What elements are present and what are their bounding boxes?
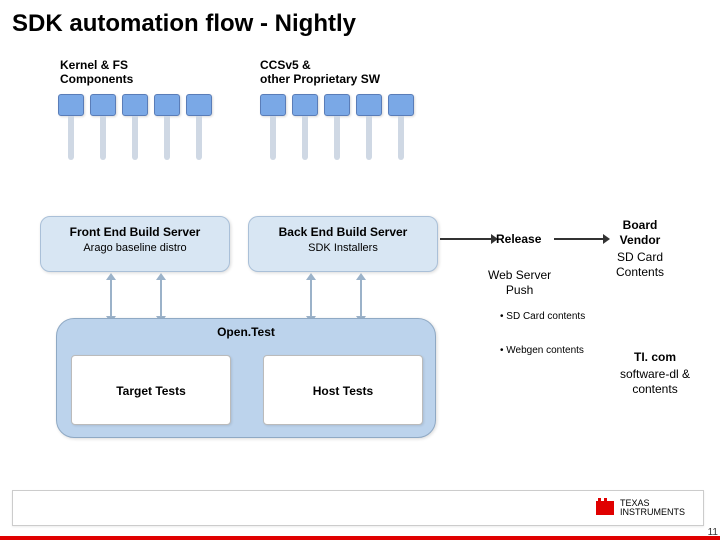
- footer-red-edge: [0, 536, 720, 540]
- front-server-sub: Arago baseline distro: [41, 242, 229, 254]
- opentest-label: Open.Test: [217, 325, 275, 339]
- host-tests-box: Host Tests: [263, 355, 423, 425]
- connector-back-host-2: [360, 278, 362, 318]
- ticom-node: TI. com software-dl & contents: [620, 350, 690, 397]
- back-server-title: Back End Build Server: [249, 225, 437, 239]
- label-kernel-fs: Kernel & FS Components: [60, 58, 133, 87]
- connector-back-release: [440, 238, 492, 240]
- back-server-sub: SDK Installers: [249, 242, 437, 254]
- connector-back-host: [310, 278, 312, 318]
- pillars-front: [58, 94, 212, 154]
- connector-front-target-2: [160, 278, 162, 318]
- connector-release-vendor: [554, 238, 604, 240]
- web-server-push-node: Web Server Push: [488, 268, 551, 298]
- bullet-sd: SD Card contents: [500, 310, 585, 324]
- ti-chip-icon: [596, 501, 614, 515]
- front-end-build-server: Front End Build Server Arago baseline di…: [40, 216, 230, 272]
- front-server-title: Front End Build Server: [41, 225, 229, 239]
- connector-front-target: [110, 278, 112, 318]
- target-tests-box: Target Tests: [71, 355, 231, 425]
- pillars-back: [260, 94, 414, 154]
- ti-brand-text: TEXAS INSTRUMENTS: [620, 499, 685, 517]
- footer-bar: TEXAS INSTRUMENTS: [12, 490, 704, 526]
- label-ccsv5: CCSv5 & other Proprietary SW: [260, 58, 380, 87]
- bullet-webgen: Webgen contents: [500, 344, 584, 358]
- board-vendor-node: Board Vendor SD Card Contents: [616, 218, 664, 280]
- opentest-container: Open.Test Target Tests Host Tests: [56, 318, 436, 438]
- back-end-build-server: Back End Build Server SDK Installers: [248, 216, 438, 272]
- ti-logo: TEXAS INSTRUMENTS: [596, 499, 685, 517]
- release-node: Release: [496, 232, 541, 247]
- slide-title: SDK automation flow - Nightly: [12, 10, 356, 38]
